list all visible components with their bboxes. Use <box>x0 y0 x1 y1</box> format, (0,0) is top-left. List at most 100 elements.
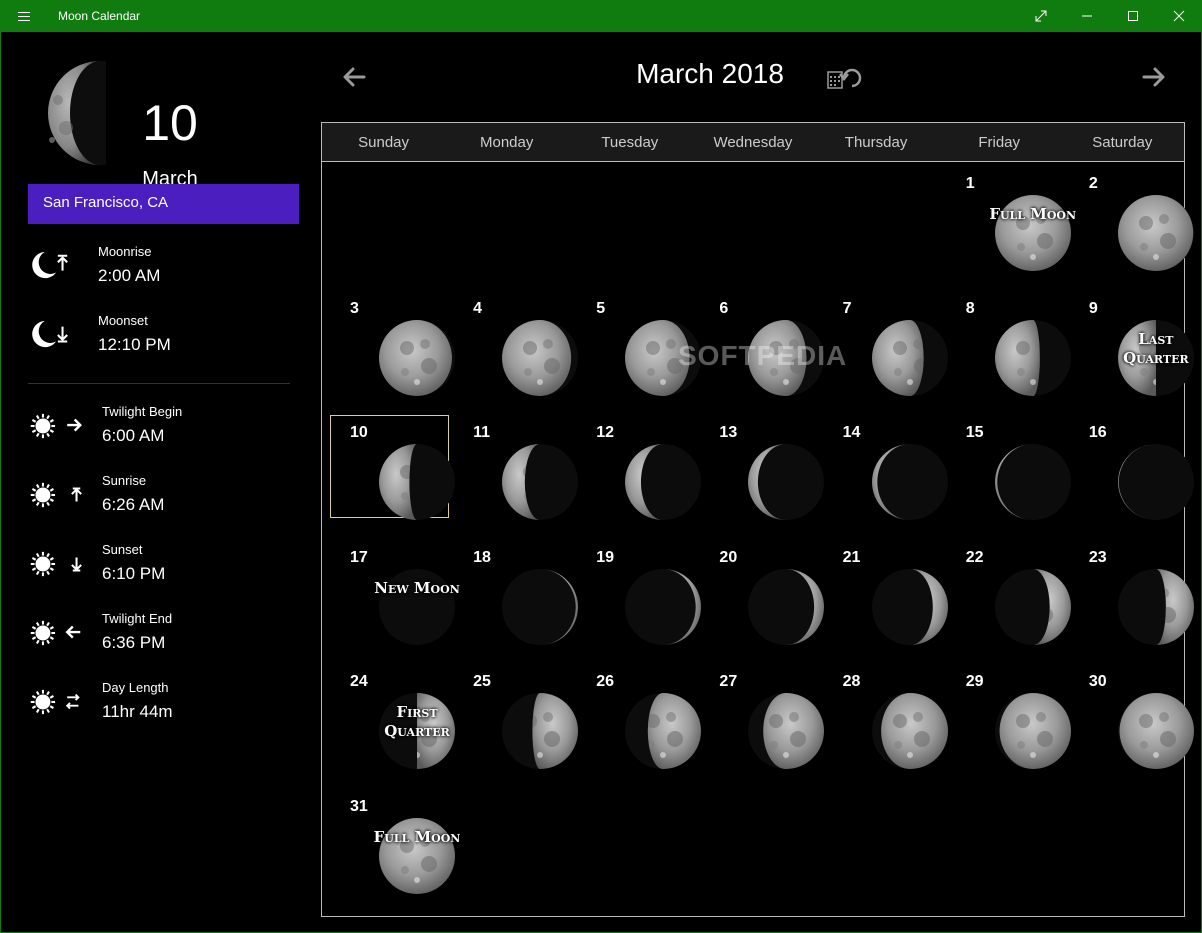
moon-phase-icon <box>748 693 825 769</box>
moon-time-label: Moonrise <box>98 244 152 259</box>
moonset-icon <box>32 321 68 348</box>
moon-phase-icon <box>625 693 702 769</box>
day-number: 4 <box>473 299 483 317</box>
moon-phase-icon <box>625 568 702 645</box>
calendar-day-cell[interactable]: 12 <box>588 420 710 542</box>
day-number: 15 <box>965 424 984 441</box>
moon-phase-icon <box>502 444 579 520</box>
weekday-label: Sunday <box>358 134 409 151</box>
moon-phase-icon <box>502 568 579 645</box>
window-title: Moon Calendar <box>58 9 141 23</box>
sun-time-row: Twilight Begin 6:00 AM <box>28 404 298 464</box>
day-number: 7 <box>842 299 852 317</box>
calendar-day-cell[interactable]: 22 <box>958 545 1080 667</box>
title-bar: Moon Calendar <box>0 0 1202 32</box>
minimize-button[interactable] <box>1064 0 1110 32</box>
minimize-icon <box>1082 15 1092 17</box>
maximize-button[interactable] <box>1110 0 1156 32</box>
day-number: 16 <box>1088 424 1107 441</box>
calendar-day-cell[interactable]: 11 <box>465 420 587 542</box>
calendar-day-cell[interactable]: 15 <box>958 420 1080 542</box>
moon-phase-icon <box>748 568 825 645</box>
day-number: 5 <box>596 299 606 317</box>
day-length-icon <box>30 689 80 715</box>
moon-phase-icon <box>871 568 948 645</box>
calendar-day-cell[interactable]: 31 Full Moon <box>342 794 464 916</box>
selected-day-number: 10 <box>142 95 198 151</box>
location-button[interactable]: San Francisco, CA <box>28 184 299 224</box>
sun-time-label: Day Length <box>102 680 169 695</box>
weekday-label: Wednesday <box>713 134 793 151</box>
calendar-day-cell[interactable]: 1 Full Moon <box>958 171 1080 293</box>
moon-time-row: Moonset 12:10 PM <box>28 313 298 373</box>
moon-phase-icon <box>748 444 825 520</box>
calendar-day-cell[interactable]: 10 <box>330 415 464 542</box>
moon-phase-icon <box>625 444 702 520</box>
weekday-label: Monday <box>480 134 534 151</box>
sun-time-value: 6:26 AM <box>102 495 165 514</box>
moon-phase-icon <box>871 319 948 396</box>
day-number: 6 <box>719 299 729 317</box>
calendar-day-cell[interactable]: 8 <box>958 296 1080 418</box>
calendar-day-cell[interactable]: 24 First Quarter <box>342 669 464 791</box>
calendar-day-cell[interactable]: 19 <box>588 545 710 667</box>
full-screen-button[interactable] <box>1018 0 1064 32</box>
calendar-day-cell[interactable]: 25 <box>465 669 587 791</box>
calendar-day-cell[interactable]: 3 <box>342 296 464 418</box>
current-moon-phase-icon <box>48 61 106 165</box>
details-panel: 10 March San Francisco, CA Moonrise 2:00 … <box>0 32 320 933</box>
day-number: 31 <box>350 797 368 815</box>
watermark-text: SOFTPEDIA <box>678 340 848 371</box>
calendar-day-cell[interactable]: 9 Last Quarter <box>1081 296 1202 418</box>
close-button[interactable] <box>1156 0 1202 32</box>
day-number: 30 <box>1088 673 1107 690</box>
calendar-day-cell[interactable]: 7 <box>835 296 957 418</box>
sun-time-label: Twilight Begin <box>102 404 183 419</box>
moon-phase-icon <box>1117 693 1194 769</box>
sun-time-label: Twilight End <box>102 611 173 626</box>
day-number: 19 <box>596 548 615 566</box>
next-month-button[interactable] <box>1138 62 1168 92</box>
calendar-day-cell[interactable]: 21 <box>835 545 957 667</box>
day-number: 20 <box>719 548 738 566</box>
go-to-today-button[interactable] <box>826 66 864 92</box>
calendar-day-cell[interactable]: 26 <box>588 669 710 791</box>
calendar-day-cell[interactable]: 2 <box>1081 171 1202 293</box>
weekday-label: Saturday <box>1092 134 1153 151</box>
window-controls <box>1018 0 1202 32</box>
moon-time-value: 2:00 AM <box>98 266 161 285</box>
close-icon <box>1173 10 1185 22</box>
calendar-day-cell[interactable]: 17 New Moon <box>342 545 464 667</box>
calendar-day-cell[interactable]: 30 <box>1081 669 1202 791</box>
previous-month-button[interactable] <box>340 62 370 92</box>
day-number: 2 <box>1088 175 1098 192</box>
calendar-day-cell[interactable]: 16 <box>1081 420 1202 542</box>
calendar-day-cell[interactable]: 14 <box>835 420 957 542</box>
calendar-day-cell[interactable]: 18 <box>465 545 587 667</box>
phase-label: Full Moon <box>373 827 461 846</box>
weekday-label: Friday <box>978 134 1021 151</box>
calendar-day-cell[interactable]: 20 <box>711 545 833 667</box>
sun-time-value: 6:10 PM <box>102 564 166 583</box>
weekday-label: Tuesday <box>601 134 659 151</box>
calendar-day-cell[interactable]: 4 <box>465 296 587 418</box>
calendar-day-cell[interactable]: 13 <box>711 420 833 542</box>
calendar-day-cell[interactable]: 28 <box>835 669 957 791</box>
twilight-begin-icon <box>30 413 82 439</box>
day-number: 8 <box>965 299 975 317</box>
day-number: 24 <box>350 673 368 690</box>
moon-phase-icon <box>994 444 1071 520</box>
sun-time-label: Sunrise <box>102 473 147 488</box>
calendar-day-cell[interactable]: 27 <box>711 669 833 791</box>
day-number: 28 <box>842 673 861 690</box>
sun-time-value: 6:36 PM <box>102 633 166 652</box>
moon-phase-icon <box>994 693 1071 769</box>
calendar-day-cell[interactable]: 23 <box>1081 545 1202 667</box>
calendar-grid: Sunday Monday Tuesday Wednesday Thursday Frid… <box>321 122 1194 917</box>
hamburger-menu-icon[interactable] <box>0 0 48 32</box>
moon-phase-icon <box>379 319 455 396</box>
day-number: 11 <box>473 424 491 441</box>
moonrise-icon <box>32 252 68 279</box>
calendar-day-cell[interactable]: 29 <box>958 669 1080 791</box>
day-number: 3 <box>350 299 359 317</box>
